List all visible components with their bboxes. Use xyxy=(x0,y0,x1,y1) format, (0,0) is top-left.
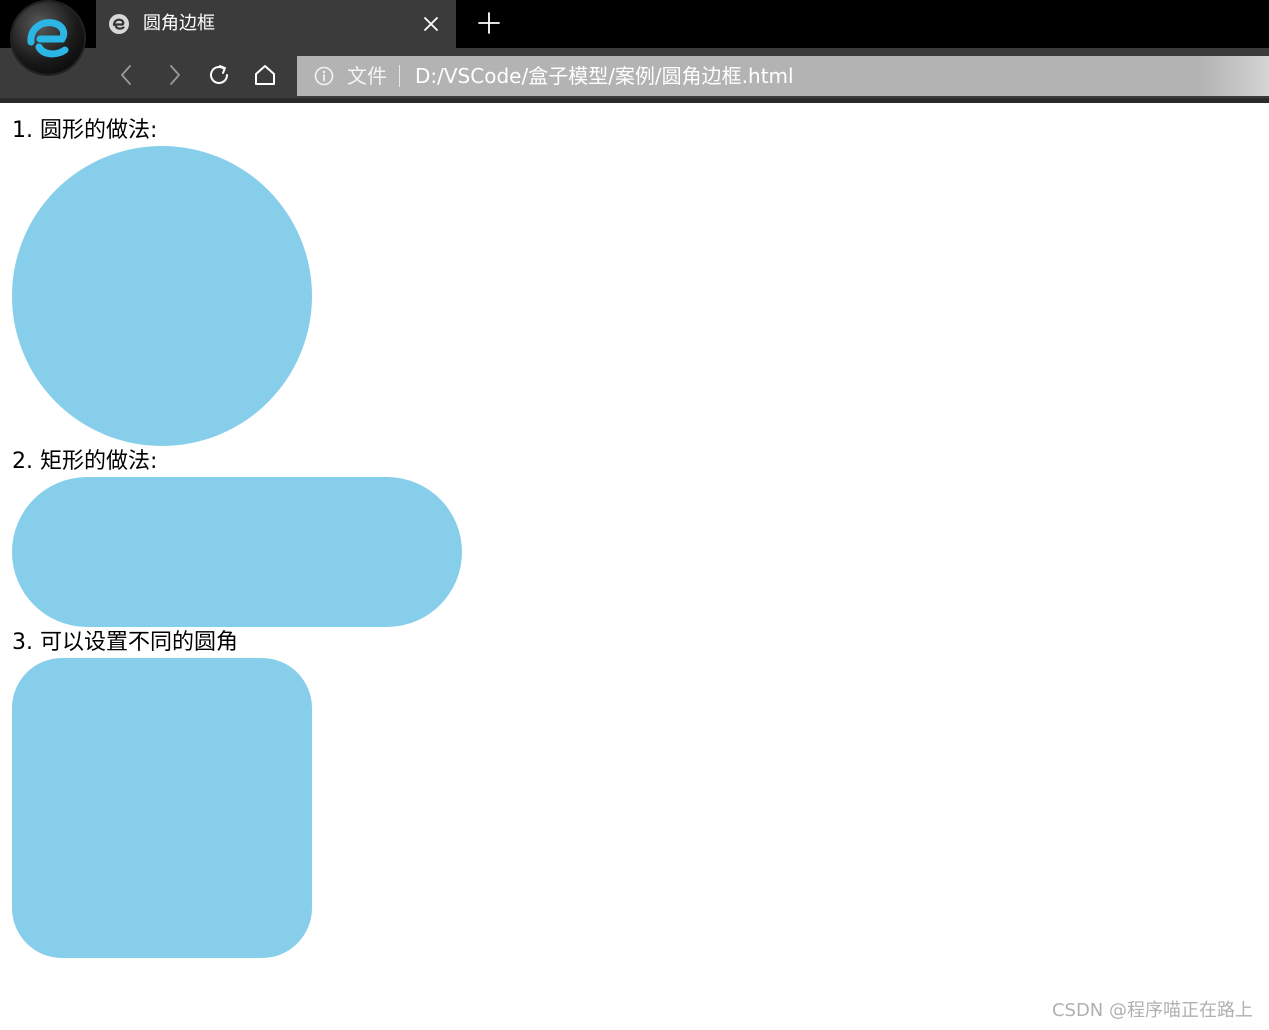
address-divider xyxy=(399,65,400,87)
address-bar[interactable]: 文件 D:/VSCode/盒子模型/案例/圆角边框.html xyxy=(297,56,1269,96)
tab-title: 圆角边框 xyxy=(143,13,215,34)
rounded-square-shape xyxy=(12,658,312,958)
edge-logo-icon xyxy=(12,2,84,74)
plus-icon[interactable] xyxy=(476,10,502,36)
navigation-bar: 文件 D:/VSCode/盒子模型/案例/圆角边框.html xyxy=(0,48,1269,103)
page-content: 1. 圆形的做法: 2. 矩形的做法: 3. 可以设置不同的圆角 CSDN @程… xyxy=(0,103,1269,1030)
info-icon[interactable] xyxy=(313,65,335,87)
tab-bar: 圆角边框 xyxy=(0,0,1269,48)
watermark: CSDN @程序喵正在路上 xyxy=(1051,1000,1253,1021)
close-icon[interactable] xyxy=(421,14,441,34)
label-rectangle-method: 2. 矩形的做法: xyxy=(12,449,158,474)
label-different-corners: 3. 可以设置不同的圆角 xyxy=(12,630,238,655)
circle-shape xyxy=(12,146,312,446)
active-tab[interactable]: 圆角边框 xyxy=(96,0,456,48)
browser-window: 圆角边框 文件 D:/VSCode/盒子模型/案例/圆角边框.html 1. 圆… xyxy=(0,0,1269,1030)
home-icon[interactable] xyxy=(252,62,278,88)
url-text[interactable]: D:/VSCode/盒子模型/案例/圆角边框.html xyxy=(415,62,794,90)
edge-favicon-icon xyxy=(109,14,129,34)
pill-shape xyxy=(12,477,462,627)
chevron-left-icon[interactable] xyxy=(114,62,140,88)
reload-icon[interactable] xyxy=(206,62,232,88)
label-circle-method: 1. 圆形的做法: xyxy=(12,118,158,143)
scheme-label: 文件 xyxy=(347,64,387,88)
chevron-right-icon[interactable] xyxy=(161,62,187,88)
